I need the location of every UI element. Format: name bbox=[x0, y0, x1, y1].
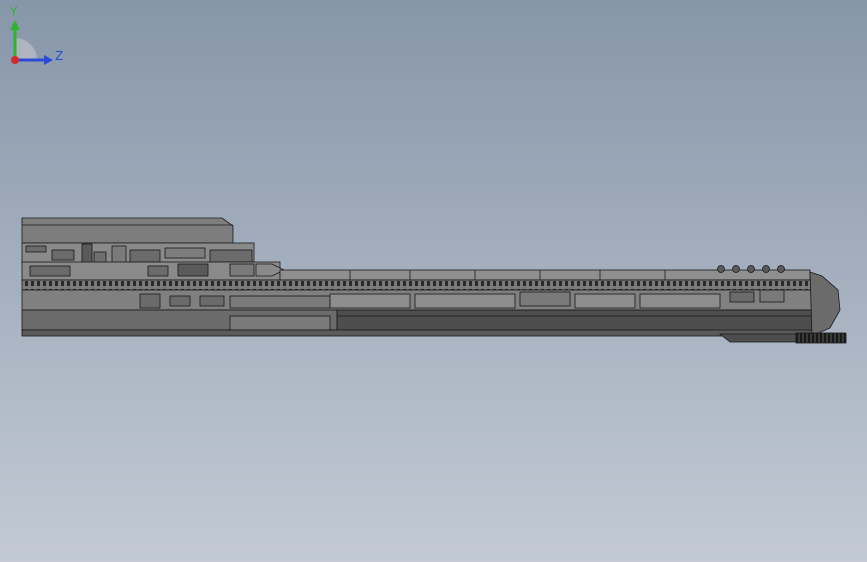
model-top-block bbox=[21, 217, 234, 244]
coordinate-triad: Y Z bbox=[9, 5, 63, 65]
graphics-viewport[interactable]: Y Z bbox=[0, 0, 867, 562]
viewport-canvas[interactable] bbox=[0, 0, 867, 562]
triad-y-arrow bbox=[10, 20, 20, 30]
triad-arc bbox=[15, 38, 37, 60]
triad-z-label: Z bbox=[55, 49, 63, 63]
model-base-right bbox=[336, 309, 813, 333]
model-coil bbox=[795, 332, 847, 344]
model-slot-strip bbox=[21, 279, 813, 291]
triad-x-dot bbox=[11, 56, 19, 64]
triad-y-label: Y bbox=[9, 5, 18, 19]
triad-z-arrow bbox=[44, 55, 53, 65]
model-rail-top bbox=[279, 269, 811, 281]
